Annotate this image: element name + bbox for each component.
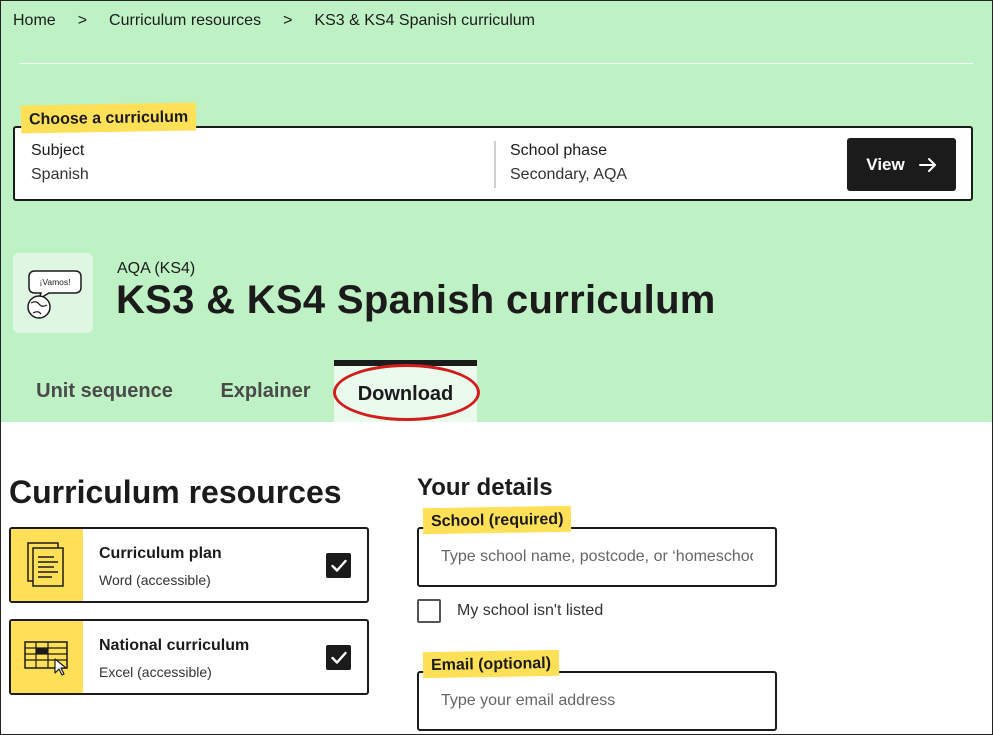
- curriculum-resources-heading: Curriculum resources: [9, 474, 342, 510]
- view-button[interactable]: View: [847, 138, 956, 191]
- your-details-heading: Your details: [417, 474, 553, 501]
- checkmark-icon: [330, 559, 347, 572]
- curriculum-hero: Home > Curriculum resources > KS3 & KS4 …: [0, 0, 993, 422]
- tab-download[interactable]: Download: [334, 360, 477, 422]
- breadcrumb-separator: >: [283, 12, 293, 29]
- divider: [20, 63, 973, 64]
- arrow-right-icon: [918, 157, 936, 172]
- school-search-input[interactable]: [417, 527, 777, 587]
- resource-format: Word (accessible): [99, 572, 211, 588]
- choose-curriculum-label: Choose a curriculum: [20, 102, 197, 134]
- breadcrumb-current-page: KS3 & KS4 Spanish curriculum: [314, 12, 535, 29]
- national-curriculum-checkbox[interactable]: [326, 645, 351, 670]
- school-phase-label: School phase: [510, 142, 607, 159]
- curriculum-chooser: Subject Spanish School phase Secondary, …: [13, 126, 973, 201]
- resource-card-national-curriculum[interactable]: National curriculum Excel (accessible): [9, 619, 369, 695]
- breadcrumb-separator: >: [77, 12, 88, 29]
- icon-speech-text: ¡Vamos!: [39, 277, 70, 287]
- curriculum-plan-checkbox[interactable]: [326, 553, 351, 578]
- tab-explainer[interactable]: Explainer: [205, 360, 326, 422]
- subject-field-label: Subject: [31, 142, 85, 159]
- breadcrumb-curriculum-resources[interactable]: Curriculum resources: [109, 12, 261, 30]
- school-phase-value[interactable]: Secondary, AQA: [510, 166, 627, 184]
- school-field-label: School (required): [422, 505, 572, 535]
- subject-field-value[interactable]: Spanish: [31, 166, 89, 184]
- breadcrumb-home[interactable]: Home: [13, 12, 56, 30]
- exam-board-label: AQA (KS4): [117, 260, 196, 277]
- checkmark-icon: [330, 651, 347, 664]
- divider: [494, 141, 496, 188]
- view-button-label: View: [866, 154, 905, 174]
- page-title: KS3 & KS4 Spanish curriculum: [116, 278, 716, 322]
- resource-card-curriculum-plan[interactable]: Curriculum plan Word (accessible): [9, 527, 369, 603]
- school-not-listed-label[interactable]: My school isn't listed: [457, 602, 603, 620]
- speech-bubble-globe-icon: ¡Vamos!: [13, 253, 93, 333]
- tab-unit-sequence[interactable]: Unit sequence: [13, 360, 196, 422]
- document-stack-icon: [11, 529, 83, 601]
- spreadsheet-cursor-icon: [11, 621, 83, 693]
- resource-title: National curriculum: [99, 637, 250, 654]
- breadcrumb: Home > Curriculum resources > KS3 & KS4 …: [13, 12, 535, 30]
- email-field-label: Email (optional): [422, 649, 560, 679]
- resource-format: Excel (accessible): [99, 664, 212, 680]
- resource-title: Curriculum plan: [99, 545, 222, 562]
- email-input[interactable]: [417, 671, 777, 731]
- school-not-listed-checkbox[interactable]: [417, 599, 441, 623]
